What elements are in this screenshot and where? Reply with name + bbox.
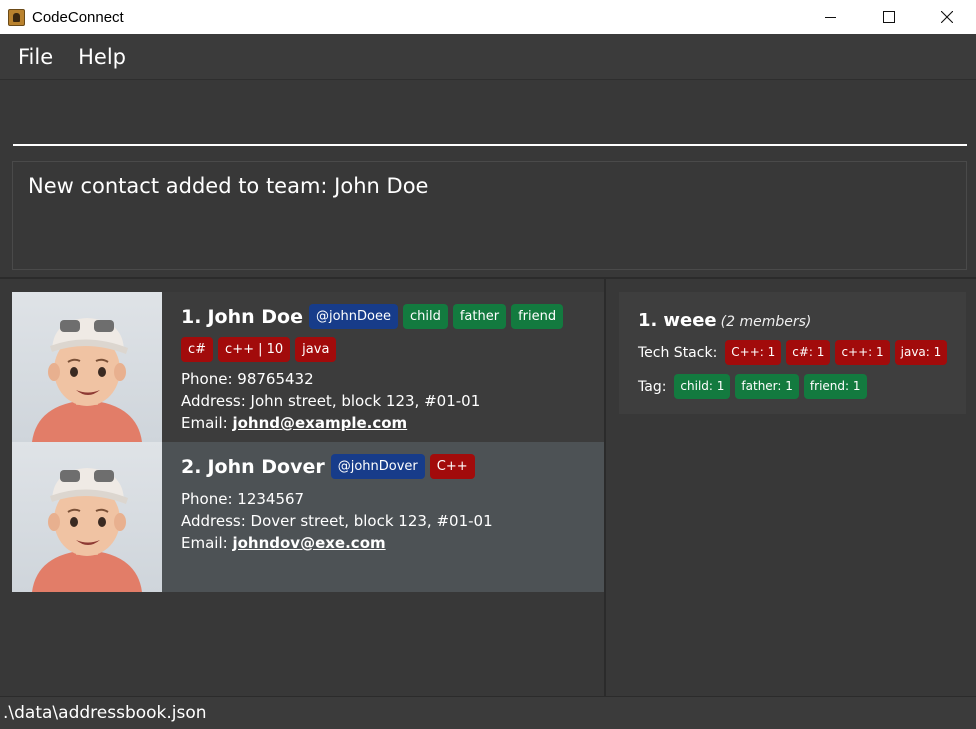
close-button[interactable] — [918, 0, 976, 34]
address-text: Address: John street, block 123, #01-01 — [181, 392, 481, 410]
minimize-icon — [825, 17, 836, 18]
contact-info: Phone: 1234567 Address: Dover street, bl… — [181, 488, 493, 554]
team-tech-row: Tech Stack: C++: 1 c#: 1 c++: 1 java: 1 — [638, 340, 966, 365]
tech-chip: C++: 1 — [725, 340, 782, 365]
person-name: 1. John Doe — [181, 305, 303, 328]
name-row: 2. John Dover @johnDover C++ — [181, 454, 493, 479]
person-list-panel[interactable]: 1. John Doe @johnDoee child father friend… — [0, 279, 604, 696]
person-details: 2. John Dover @johnDover C++ Phone: 12345… — [162, 442, 493, 592]
team-name: weee — [663, 310, 717, 331]
email-row: Email: johnd@example.com — [181, 414, 408, 432]
contact-info: Phone: 98765432 Address: John street, bl… — [181, 368, 568, 434]
team-members: (2 members) — [720, 314, 812, 330]
close-icon — [941, 11, 953, 23]
tech-chip: c++: 1 — [835, 340, 890, 365]
avatar — [12, 292, 162, 442]
email-link[interactable]: johnd@example.com — [232, 414, 407, 432]
window-title: CodeConnect — [32, 8, 124, 26]
app-window: CodeConnect File Help New contact added … — [0, 0, 976, 729]
email-link[interactable]: johndov@exe.com — [232, 534, 385, 552]
maximize-icon — [883, 11, 895, 23]
tag-chip: child: 1 — [674, 374, 731, 399]
result-display: New contact added to team: John Doe — [12, 161, 967, 270]
github-chip: @johnDoee — [308, 304, 398, 329]
tech-chip: c++ | 10 — [218, 337, 291, 362]
menu-file[interactable]: File — [18, 45, 53, 69]
menu-bar: File Help — [0, 34, 976, 80]
menu-help[interactable]: Help — [78, 45, 126, 69]
command-box — [0, 80, 976, 158]
name-row: 1. John Doe @johnDoee child father friend — [181, 304, 568, 329]
tag-chip: father: 1 — [735, 374, 799, 399]
github-chip: @johnDover — [330, 454, 425, 479]
person-name: 2. John Dover — [181, 455, 325, 478]
tech-chip: C++ — [429, 454, 475, 479]
tech-chip: java — [295, 337, 337, 362]
address-text: Address: Dover street, block 123, #01-01 — [181, 512, 493, 530]
title-bar: CodeConnect — [0, 0, 976, 34]
team-tag-row: Tag: child: 1 father: 1 friend: 1 — [638, 374, 966, 399]
tag-chip: friend: 1 — [803, 374, 867, 399]
person-details: 1. John Doe @johnDoee child father friend… — [162, 292, 568, 442]
address-book-icon — [8, 8, 25, 26]
result-message: New contact added to team: John Doe — [28, 174, 429, 198]
team-card[interactable]: 1. weee (2 members) Tech Stack: C++: 1 c#:… — [619, 292, 966, 414]
tag-chip: child — [402, 304, 448, 329]
team-title: 1. weee (2 members) — [638, 310, 812, 331]
person-card[interactable]: 1. John Doe @johnDoee child father friend… — [12, 292, 604, 442]
command-input[interactable] — [13, 98, 967, 146]
person-card[interactable]: 2. John Dover @johnDover C++ Phone: 12345… — [12, 442, 604, 592]
tech-chips: c# c++ | 10 java — [181, 337, 568, 362]
tech-chip: java: 1 — [894, 340, 948, 365]
email-row: Email: johndov@exe.com — [181, 534, 386, 552]
phone-text: Phone: 98765432 — [181, 370, 314, 388]
tech-chip: c#: 1 — [786, 340, 831, 365]
team-list-panel[interactable]: 1. weee (2 members) Tech Stack: C++: 1 c#:… — [606, 279, 976, 696]
phone-text: Phone: 1234567 — [181, 490, 305, 508]
minimize-button[interactable] — [802, 0, 860, 34]
maximize-button[interactable] — [860, 0, 918, 34]
tag-label: Tag: — [638, 378, 667, 395]
avatar — [12, 442, 162, 592]
window-controls — [802, 0, 976, 34]
status-bar: .\data\addressbook.json — [0, 696, 976, 729]
tech-stack-label: Tech Stack: — [638, 344, 718, 361]
tag-chip: father — [452, 304, 507, 329]
tag-chip: friend — [511, 304, 564, 329]
save-location: .\data\addressbook.json — [3, 703, 207, 723]
tech-chip: c# — [181, 337, 214, 362]
